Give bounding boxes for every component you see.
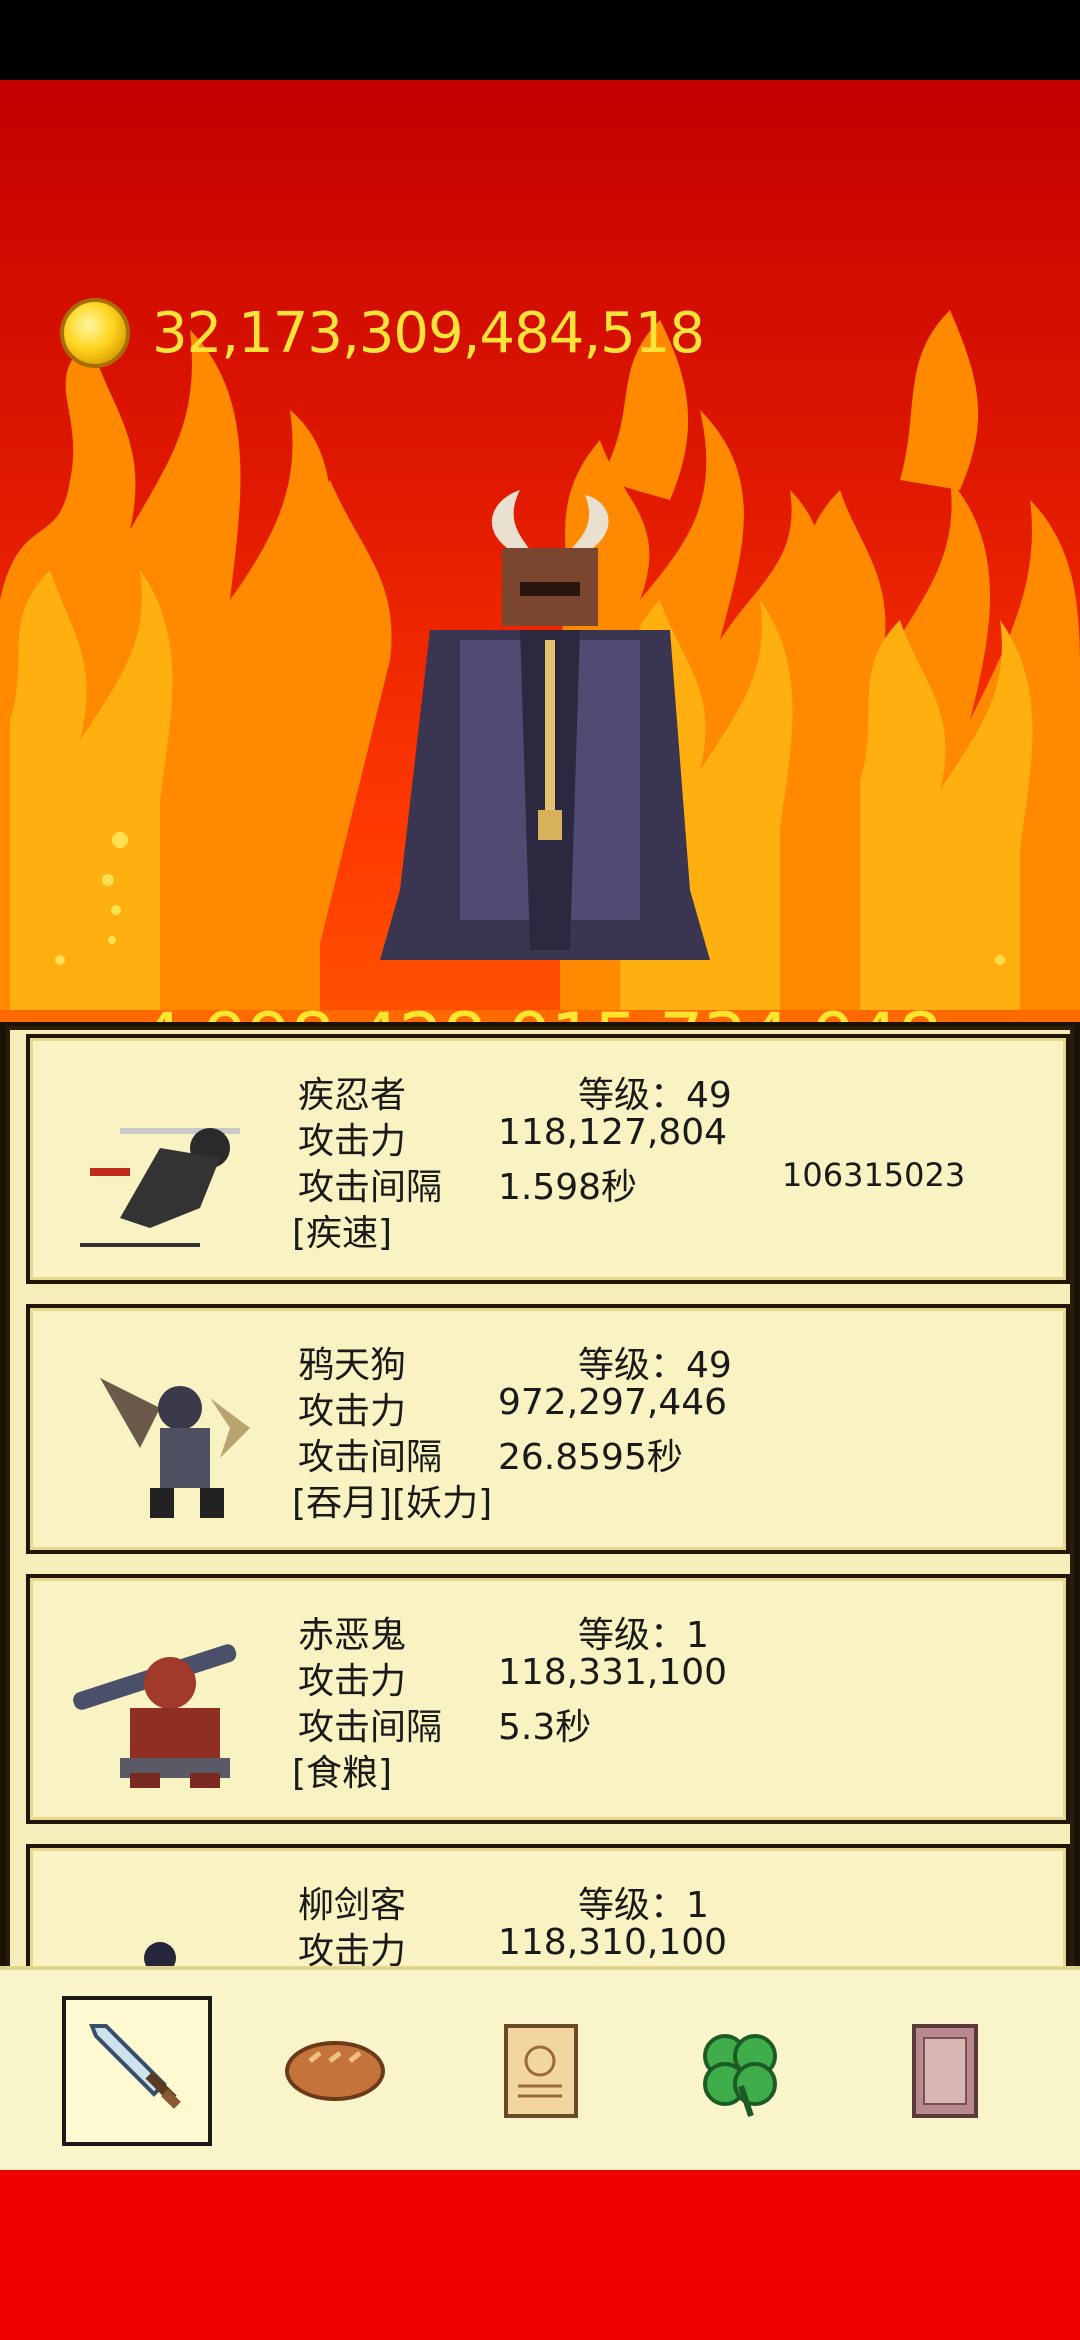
interval-value: 1.598秒 [498,1167,638,1208]
scroll-icon [504,2024,578,2118]
unit-card[interactable]: 鸦天狗 等级：49 攻击力 972,297,446 攻击间隔 26.8595秒 … [26,1304,1070,1554]
unit-level: 等级：1 [578,1885,709,1926]
tab-book[interactable] [870,1996,1020,2146]
unit-name: 鸦天狗 [298,1345,407,1386]
interval-label: 攻击间隔 [298,1167,443,1208]
book-icon [912,2024,978,2118]
tab-food[interactable] [260,1996,410,2146]
status-bar [0,0,1080,80]
battle-scene[interactable]: 32,173,309,484,518 4,998,428,015,734,048 [0,80,1080,1025]
attack-label: 攻击力 [298,1391,407,1432]
sword-icon [89,2024,181,2109]
boss-hp: 4,998,428,015,734,048 [0,998,1080,1025]
attack-value: 118,331,100 [498,1652,728,1693]
unit-level: 等级：49 [578,1345,732,1386]
unit-card[interactable]: 赤恶鬼 等级：1 攻击力 118,331,100 攻击间隔 5.3秒 [食粮] [26,1574,1070,1824]
attack-value: 118,127,804 [498,1112,728,1153]
bread-icon [285,2041,385,2101]
ninja-portrait [80,1128,240,1247]
interval-value: 26.8595秒 [498,1437,683,1478]
crow-tengu-portrait [100,1378,250,1518]
tab-scroll[interactable] [465,1996,615,2146]
attack-value: 972,297,446 [498,1382,728,1423]
unit-level: 等级：49 [578,1075,732,1116]
bottom-tab-bar [0,1966,1080,2174]
attack-label: 攻击力 [298,1121,407,1162]
attack-label: 攻击力 [298,1661,407,1702]
unit-name: 疾忍者 [298,1075,407,1116]
attack-value: 118,310,100 [498,1922,728,1963]
unit-tags: [疾速] [292,1213,393,1254]
tab-luck[interactable] [665,1996,815,2146]
tab-units[interactable] [62,1996,212,2146]
unit-tags: [吞月][妖力] [292,1483,493,1524]
unit-level: 等级：1 [578,1615,709,1656]
gold-coin-icon [60,298,130,368]
boss-demon-sprite[interactable] [370,490,710,970]
gold-amount: 32,173,309,484,518 [152,300,705,366]
red-oni-portrait [73,1644,237,1788]
gold-counter: 32,173,309,484,518 [60,298,705,368]
unit-name: 赤恶鬼 [298,1615,407,1656]
clover-icon [703,2034,777,2117]
unit-name: 柳剑客 [298,1885,407,1926]
unit-card[interactable]: 疾忍者 等级：49 攻击力 118,127,804 攻击间隔 1.598秒 [疾… [26,1034,1070,1284]
unit-tags: [食粮] [292,1753,393,1794]
interval-label: 攻击间隔 [298,1707,443,1748]
interval-value: 5.3秒 [498,1707,592,1748]
interval-label: 攻击间隔 [298,1437,443,1478]
unit-damage-value: 106315023 [782,1156,966,1194]
bottom-bar [0,2170,1080,2340]
